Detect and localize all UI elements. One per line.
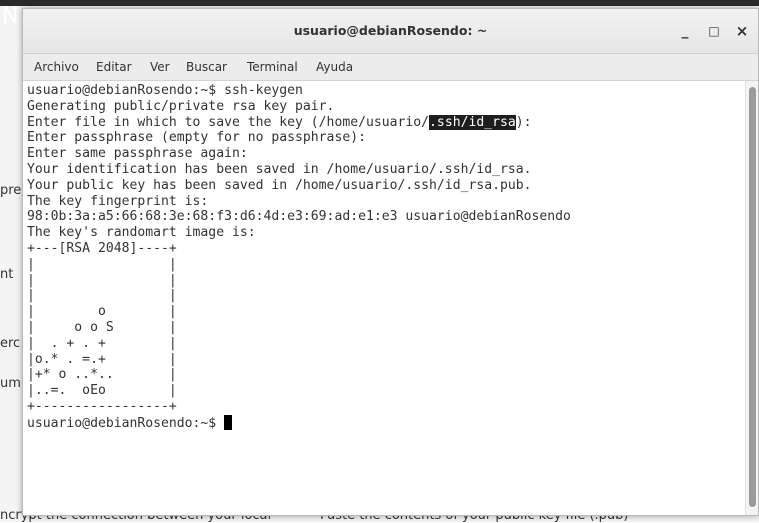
menu-editar[interactable]: Editar <box>96 60 132 74</box>
background-fragment: pre <box>0 183 22 198</box>
menu-terminal[interactable]: Terminal <box>247 60 298 74</box>
terminal-line: Enter passphrase (empty for no passphras… <box>27 130 366 146</box>
selected-text[interactable]: .ssh/id_rsa <box>429 114 516 130</box>
terminal-line: Enter file in which to save the key (/ho… <box>27 114 430 130</box>
terminal-area[interactable]: usuario@debianRosendo:~$ ssh-keygen Gene… <box>23 81 745 515</box>
terminal-line: Generating public/private rsa key pair. <box>27 98 335 114</box>
shell-prompt: usuario@debianRosendo:~$ <box>27 415 225 431</box>
close-button[interactable]: × <box>731 20 753 42</box>
background-fragment: nt <box>0 267 14 282</box>
terminal-line: usuario@debianRosendo:~$ ssh-keygen <box>27 83 303 98</box>
background-fragment: erc <box>0 336 21 351</box>
terminal-line: Your public key has been saved in /home/… <box>27 177 532 193</box>
key-fingerprint: 98:0b:3a:a5:66:68:3e:68:f3:d6:4d:e3:69:a… <box>27 209 571 225</box>
terminal-output[interactable]: usuario@debianRosendo:~$ ssh-keygen Gene… <box>27 83 571 432</box>
terminal-line: Your identification has been saved in /h… <box>27 161 532 177</box>
scrollbar[interactable] <box>745 81 758 515</box>
menu-ver[interactable]: Ver <box>150 60 170 74</box>
terminal-window: usuario@debianRosendo: ~ _ □ × Archivo E… <box>22 8 759 516</box>
terminal-line: Enter same passphrase again: <box>27 146 248 162</box>
menu-buscar[interactable]: Buscar <box>186 60 227 74</box>
window-titlebar[interactable]: usuario@debianRosendo: ~ _ □ × <box>23 9 758 54</box>
menu-archivo[interactable]: Archivo <box>34 60 79 74</box>
maximize-button[interactable]: □ <box>703 20 725 42</box>
scrollbar-thumb[interactable] <box>749 87 756 507</box>
text-cursor <box>224 414 233 430</box>
minimize-button[interactable]: _ <box>674 20 696 42</box>
randomart-image: +---[RSA 2048]----+ | | | | | | | o | | … <box>27 240 177 414</box>
background-glyph: N <box>2 4 19 29</box>
window-title: usuario@debianRosendo: ~ <box>293 23 488 38</box>
background-top-bar <box>0 0 759 6</box>
menu-bar: Archivo Editar Ver Buscar Terminal Ayuda <box>23 54 758 81</box>
terminal-line: ): <box>515 114 532 130</box>
terminal-line: The key fingerprint is: <box>27 193 209 209</box>
background-fragment: um <box>0 376 21 391</box>
terminal-line: The key's randomart image is: <box>27 225 256 241</box>
menu-ayuda[interactable]: Ayuda <box>316 60 353 74</box>
